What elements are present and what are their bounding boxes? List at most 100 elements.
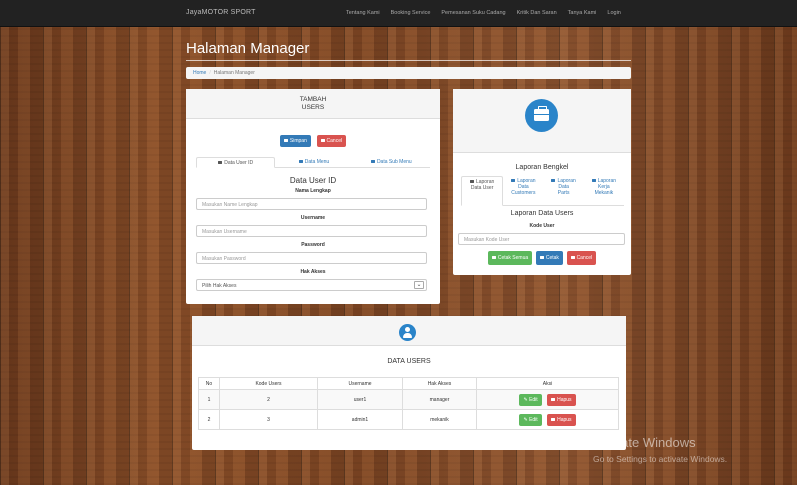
page-title: Halaman Manager: [186, 40, 310, 57]
add-users-panel: TAMBAH USERS Simpan Cancel Data User ID …: [186, 89, 440, 304]
brand-link[interactable]: JayaMOTOR SPORT: [186, 9, 256, 16]
tab-data-sub-menu-label: Data Sub Menu: [376, 159, 412, 165]
folder-icon: [370, 160, 375, 163]
chevron-down-icon: ⌄: [414, 281, 424, 289]
breadcrumb-separator: /: [209, 70, 211, 76]
cell-username: admin1: [317, 409, 403, 430]
username-label: Username: [300, 215, 326, 221]
tab-laporan-data-parts[interactable]: Laporan Data Parts: [544, 176, 584, 205]
briefcase-shape: [534, 106, 549, 121]
tab-laporan-data-customers[interactable]: Laporan Data Customers: [503, 176, 543, 205]
cell-aksi: ✎ Edit Hapus: [476, 389, 619, 410]
tab-laporan-data-user[interactable]: Laporan Data User: [461, 176, 504, 206]
edit-button[interactable]: ✎ Edit: [519, 413, 542, 426]
cell-hak-akses: mekanik: [402, 409, 477, 430]
users-table: No Kode Users Username Hak Akses Aksi 1 …: [198, 377, 619, 430]
trash-icon: [551, 417, 556, 421]
delete-button[interactable]: Hapus: [547, 393, 576, 406]
col-header-kode: Kode Users: [219, 377, 318, 390]
delete-label: Hapus: [557, 396, 572, 403]
nav-link-kritik-dan-saran[interactable]: Kritik Dan Saran: [517, 10, 557, 16]
tab-data-user-id[interactable]: Data User ID: [196, 157, 276, 168]
cell-no: 2: [198, 409, 220, 430]
report-panel: Laporan Bengkel Laporan Data User Lapora…: [453, 89, 631, 275]
kode-user-label: Kode User: [529, 223, 555, 229]
edit-label: Edit: [529, 416, 538, 423]
cell-aksi: ✎ Edit Hapus: [476, 409, 619, 430]
save-button[interactable]: Simpan: [279, 135, 311, 147]
cancel-button[interactable]: Cancel: [316, 135, 347, 147]
role-select[interactable]: Pilih Hak Akses ⌄: [196, 279, 427, 291]
report-actions: Cetak Semua Cetak Cancel: [453, 251, 631, 265]
password-input[interactable]: Masukan Password: [196, 252, 427, 264]
col-header-no: No: [198, 377, 220, 390]
report-title: Laporan Bengkel: [515, 164, 569, 171]
folder-icon: [591, 179, 596, 182]
col-header-aksi: Aksi: [476, 377, 619, 390]
folder-icon: [551, 179, 556, 182]
tab-data-sub-menu[interactable]: Data Sub Menu: [353, 157, 430, 167]
print-all-button[interactable]: Cetak Semua: [487, 251, 533, 265]
briefcase-icon: [525, 99, 558, 132]
print-button[interactable]: Cetak: [535, 251, 563, 265]
trash-icon: [570, 256, 575, 259]
edit-label: Edit: [529, 396, 538, 403]
nav-link-booking-service[interactable]: Booking Service: [391, 10, 431, 16]
tab-data-menu-label: Data Menu: [304, 159, 330, 165]
nav-link-pemesanan-suku-cadang[interactable]: Pemesanan Suku Cadang: [441, 10, 505, 16]
role-select-value: Pilih Hak Akses: [202, 283, 237, 289]
edit-button[interactable]: ✎ Edit: [519, 393, 542, 406]
kode-user-input[interactable]: Masukan Kode User: [458, 233, 625, 245]
tab-data-user-id-label: Data User ID: [224, 160, 254, 166]
print-icon: [539, 256, 544, 259]
users-table-panel: DATA USERS No Kode Users Username Hak Ak…: [192, 316, 626, 450]
tab-report-customers-line3: Customers: [511, 190, 536, 196]
user-icon-body: [403, 333, 412, 338]
table-row: 2 3 admin1 mekanik ✎ Edit Hapus: [198, 409, 619, 430]
cell-username: user1: [317, 389, 403, 410]
cell-kode: 2: [219, 389, 318, 410]
report-tabs: Laporan Data User Laporan Data Customers…: [461, 176, 624, 206]
floppy-icon: [283, 139, 288, 142]
password-label: Password: [301, 242, 325, 248]
tab-report-user-line2: Data User: [470, 185, 494, 191]
users-panel-header: [192, 316, 626, 346]
username-input[interactable]: Masukan Username: [196, 225, 427, 237]
nav-link-login[interactable]: Login: [607, 10, 620, 16]
nav-link-tentang-kami[interactable]: Tentang Kami: [346, 10, 380, 16]
col-header-hak-akses: Hak Akses: [402, 377, 477, 390]
cell-no: 1: [198, 389, 220, 410]
cancel-button-label: Cancel: [326, 138, 343, 144]
tab-data-menu[interactable]: Data Menu: [275, 157, 352, 167]
title-divider: [186, 60, 631, 61]
print-icon: [491, 256, 496, 259]
role-label: Hak Akses: [300, 269, 326, 275]
delete-button[interactable]: Hapus: [547, 413, 576, 426]
delete-label: Hapus: [557, 416, 572, 423]
report-panel-header: [453, 89, 631, 153]
tab-report-parts-line3: Parts: [557, 190, 570, 196]
nav-link-tanya-kami[interactable]: Tanya Kami: [568, 10, 597, 16]
user-icon: [399, 324, 416, 341]
activate-windows-subtitle: Go to Settings to activate Windows.: [593, 454, 728, 464]
report-cancel-button[interactable]: Cancel: [566, 251, 597, 265]
table-row: 1 2 user1 manager ✎ Edit Hapus: [198, 389, 619, 410]
name-input[interactable]: Masukan Name Lengkap: [196, 198, 427, 210]
save-button-label: Simpan: [289, 138, 307, 144]
top-navbar: JayaMOTOR SPORT Tentang Kami Booking Ser…: [0, 0, 797, 27]
breadcrumb-current: Halaman Manager: [213, 70, 255, 76]
folder-icon: [218, 161, 223, 164]
add-users-actions: Simpan Cancel: [186, 135, 440, 147]
print-all-label: Cetak Semua: [497, 255, 529, 261]
breadcrumb: Home / Halaman Manager: [186, 67, 631, 79]
breadcrumb-home[interactable]: Home: [193, 70, 206, 76]
tab-laporan-kerja-mekanik[interactable]: Laporan Kerja Mekanik: [584, 176, 624, 205]
folder-icon: [469, 180, 474, 183]
activate-windows-title: Activate Windows: [593, 435, 696, 450]
trash-icon: [551, 397, 556, 401]
add-users-tabs: Data User ID Data Menu Data Sub Menu: [196, 157, 430, 168]
tab-report-mekanik-line3: Mekanik: [594, 190, 614, 196]
form-title: Data User ID: [289, 176, 337, 185]
add-users-heading: TAMBAH USERS: [186, 89, 440, 119]
add-users-heading-line1: TAMBAH: [299, 96, 327, 103]
